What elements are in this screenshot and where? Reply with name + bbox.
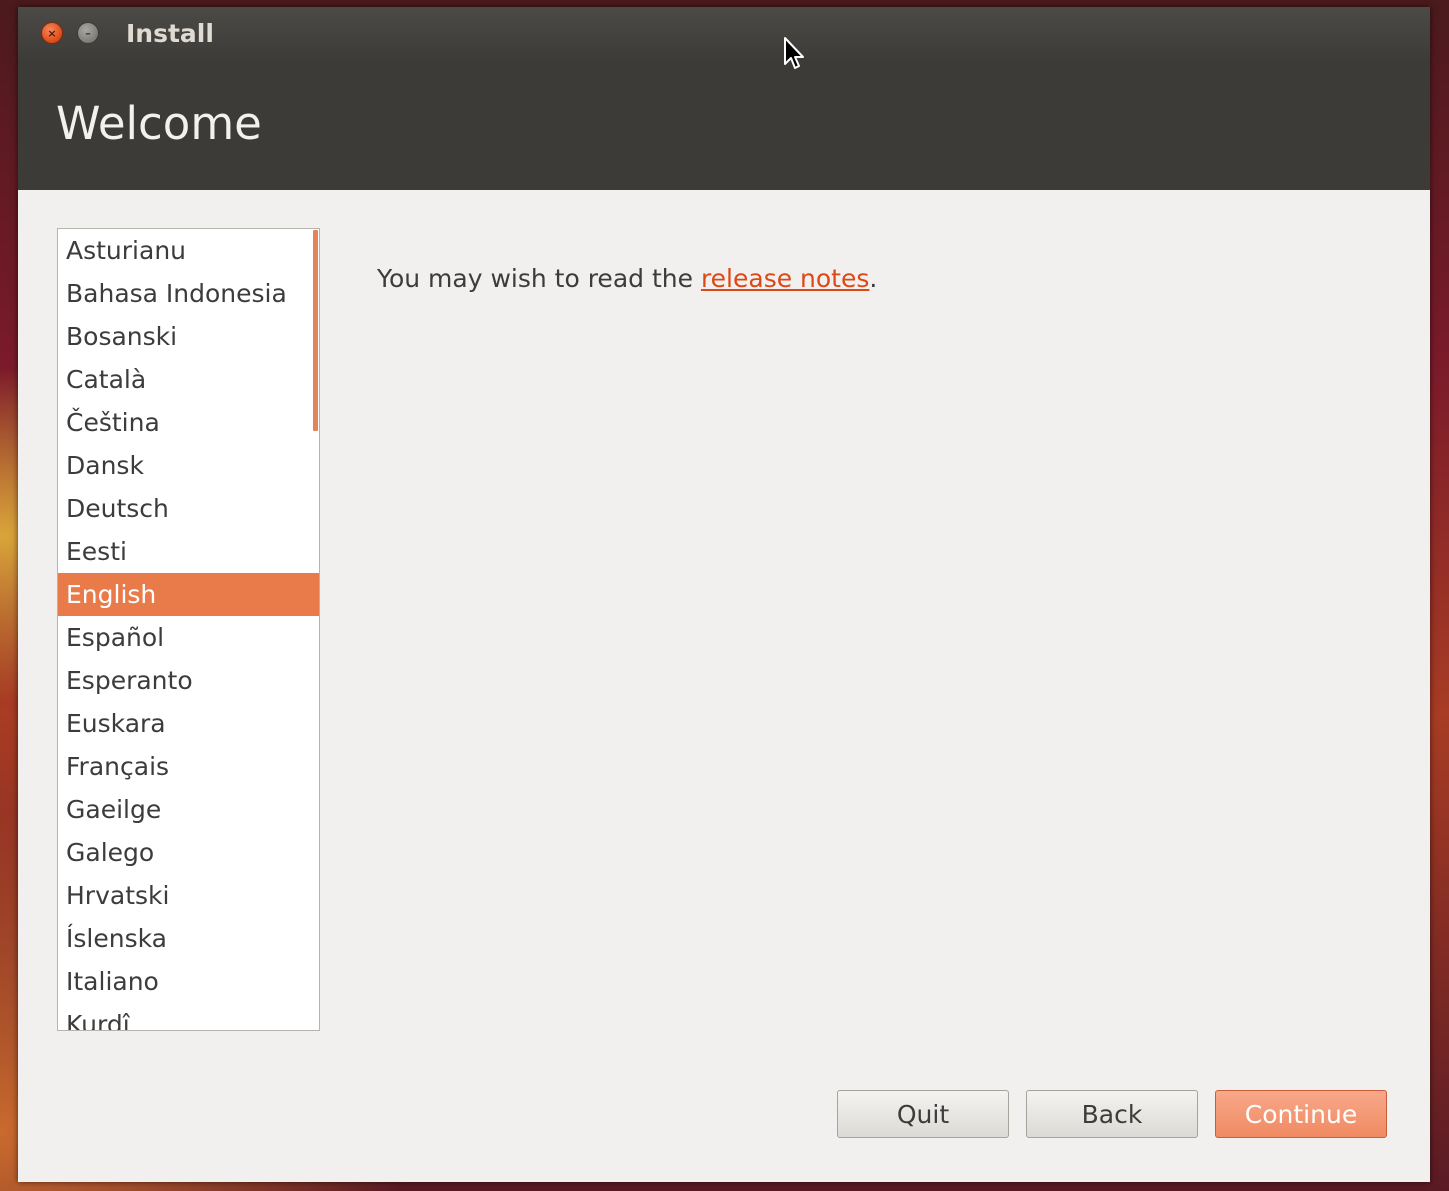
release-notes-message: You may wish to read the release notes. bbox=[377, 264, 877, 293]
release-notes-link[interactable]: release notes bbox=[701, 264, 869, 293]
language-item[interactable]: Gaeilge bbox=[58, 788, 319, 831]
quit-button[interactable]: Quit bbox=[837, 1090, 1009, 1138]
language-item[interactable]: Esperanto bbox=[58, 659, 319, 702]
language-list[interactable]: Asturianu Bahasa Indonesia Bosanski Català Č… bbox=[57, 228, 320, 1031]
continue-button[interactable]: Continue bbox=[1215, 1090, 1387, 1138]
language-item[interactable]: Íslenska bbox=[58, 917, 319, 960]
language-list-scrollbar[interactable] bbox=[313, 230, 318, 431]
language-item[interactable]: English bbox=[58, 573, 319, 616]
language-item[interactable]: Bahasa Indonesia bbox=[58, 272, 319, 315]
release-notes-suffix: . bbox=[869, 264, 878, 293]
language-item[interactable]: Hrvatski bbox=[58, 874, 319, 917]
language-item[interactable]: Català bbox=[58, 358, 319, 401]
window-title: Install bbox=[126, 19, 214, 48]
installer-window: × – Install Welcome Asturianu Bahasa Indo… bbox=[18, 7, 1430, 1182]
language-item[interactable]: Eesti bbox=[58, 530, 319, 573]
language-item[interactable]: Asturianu bbox=[58, 229, 319, 272]
language-item[interactable]: Dansk bbox=[58, 444, 319, 487]
language-item[interactable]: Français bbox=[58, 745, 319, 788]
page-title: Welcome bbox=[56, 97, 262, 150]
language-item[interactable]: Čeština bbox=[58, 401, 319, 444]
back-button[interactable]: Back bbox=[1026, 1090, 1198, 1138]
window-titlebar[interactable]: × – Install bbox=[18, 7, 1430, 59]
close-window-icon[interactable]: × bbox=[41, 22, 63, 44]
language-item[interactable]: Bosanski bbox=[58, 315, 319, 358]
minimize-window-icon[interactable]: – bbox=[77, 22, 99, 44]
release-notes-prefix: You may wish to read the bbox=[377, 264, 701, 293]
language-item[interactable]: Deutsch bbox=[58, 487, 319, 530]
language-item[interactable]: Kurdî bbox=[58, 1003, 319, 1030]
language-item[interactable]: Galego bbox=[58, 831, 319, 874]
language-item[interactable]: Euskara bbox=[58, 702, 319, 745]
language-item[interactable]: Italiano bbox=[58, 960, 319, 1003]
language-item[interactable]: Español bbox=[58, 616, 319, 659]
page-header: Welcome bbox=[18, 59, 1430, 190]
mouse-pointer-icon bbox=[784, 37, 804, 69]
